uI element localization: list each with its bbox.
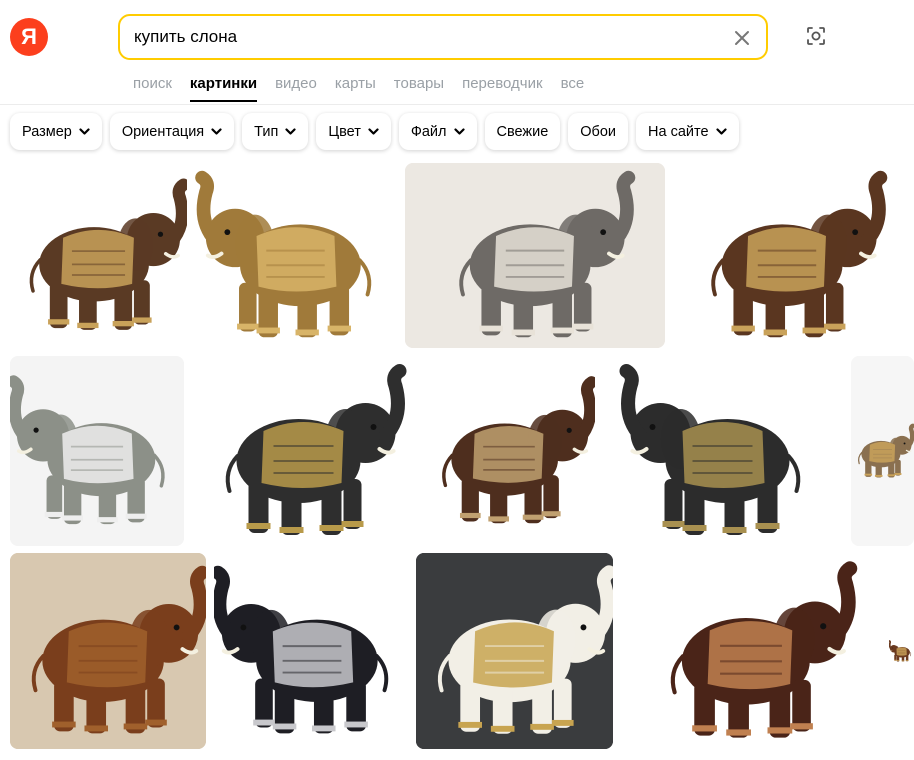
filter-label: Размер <box>22 123 72 140</box>
image-result[interactable] <box>889 553 914 749</box>
filter-label: Обои <box>580 123 617 140</box>
elephant-photo <box>851 356 914 546</box>
elephant-photo <box>10 163 187 348</box>
filter-size[interactable]: Размер <box>10 113 102 150</box>
yandex-logo[interactable]: Я <box>10 18 48 56</box>
elephant-photo <box>10 356 184 546</box>
chevron-down-icon <box>368 127 379 135</box>
image-search-button[interactable] <box>802 22 830 50</box>
image-result[interactable] <box>214 553 410 749</box>
filter-file[interactable]: Файл <box>398 113 477 150</box>
clear-search-button[interactable] <box>730 26 754 50</box>
elephant-photo <box>889 553 914 749</box>
filter-type[interactable]: Тип <box>242 113 309 150</box>
filter-label: Свежие <box>496 123 549 140</box>
image-result[interactable] <box>191 356 416 546</box>
chevron-down-icon <box>79 127 90 135</box>
filter-on-site[interactable]: На сайте <box>636 113 739 150</box>
tab-maps[interactable]: карты <box>335 74 376 102</box>
filter-fresh[interactable]: Свежие <box>484 113 561 150</box>
filter-label: Цвет <box>328 123 361 140</box>
image-result[interactable] <box>10 553 206 749</box>
elephant-photo <box>194 163 397 348</box>
elephant-photo <box>602 356 843 546</box>
image-result[interactable] <box>621 553 881 749</box>
elephant-photo <box>10 553 206 749</box>
chevron-down-icon <box>211 127 222 135</box>
elephant-photo <box>416 553 613 749</box>
search-box[interactable] <box>118 14 768 60</box>
image-result[interactable] <box>416 553 613 749</box>
elephant-photo <box>405 163 665 348</box>
elephant-photo <box>191 356 416 546</box>
tab-translator[interactable]: переводчик <box>462 74 542 102</box>
tab-video[interactable]: видео <box>275 74 317 102</box>
image-filters: Размер Ориентация Тип Цвет Файл Свежие О… <box>10 113 739 150</box>
filter-orientation[interactable]: Ориентация <box>109 113 235 150</box>
image-results-grid <box>0 160 914 760</box>
filter-label: Ориентация <box>121 123 205 140</box>
image-result[interactable] <box>673 163 901 348</box>
image-result[interactable] <box>10 163 187 348</box>
filter-label: На сайте <box>648 123 709 140</box>
elephant-photo <box>214 553 410 749</box>
elephant-photo <box>621 553 881 749</box>
elephant-photo <box>423 356 595 546</box>
image-result[interactable] <box>10 356 184 546</box>
filter-wallpapers[interactable]: Обои <box>568 113 629 150</box>
chevron-down-icon <box>453 127 465 135</box>
tab-search[interactable]: поиск <box>133 74 172 102</box>
tab-all[interactable]: все <box>561 74 585 102</box>
camera-lens-icon <box>807 27 825 45</box>
filter-color[interactable]: Цвет <box>316 113 391 150</box>
elephant-photo <box>673 163 901 348</box>
image-result[interactable] <box>602 356 843 546</box>
image-result[interactable] <box>851 356 914 546</box>
search-input[interactable] <box>134 26 714 48</box>
tab-goods[interactable]: товары <box>394 74 444 102</box>
filter-label: Тип <box>254 123 279 140</box>
chevron-down-icon <box>285 127 296 135</box>
chevron-down-icon <box>715 127 727 135</box>
image-result[interactable] <box>194 163 397 348</box>
close-icon <box>735 31 749 45</box>
header: Я поиск картинки видео карты товары пере… <box>0 0 914 105</box>
search-type-tabs: поиск картинки видео карты товары перево… <box>133 74 584 102</box>
image-result[interactable] <box>405 163 665 348</box>
image-result[interactable] <box>423 356 595 546</box>
tab-images[interactable]: картинки <box>189 74 258 102</box>
filter-label: Файл <box>410 123 447 140</box>
